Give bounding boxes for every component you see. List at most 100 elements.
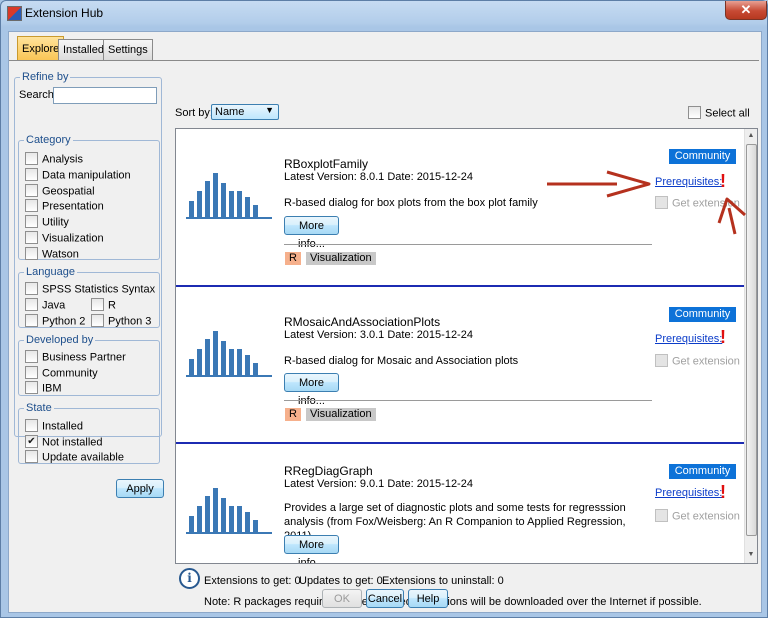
get-extension-checkbox[interactable]: Get extension [655,354,740,368]
extension-name: RRegDiagGraph [284,464,373,478]
get-extension-checkbox[interactable]: Get extension [655,509,740,523]
checkbox[interactable] [25,381,38,394]
extension-list: RBoxplotFamily Latest Version: 8.0.1 Dat… [175,128,758,564]
apply-button[interactable]: Apply [116,479,164,498]
checkbox[interactable] [25,152,38,165]
tab-installed[interactable]: Installed [58,39,109,60]
checkbox[interactable] [25,215,38,228]
checkbox[interactable] [25,282,38,295]
cancel-button[interactable]: Cancel [366,589,404,608]
checkbox[interactable] [25,247,38,260]
filter-label: Installed [42,420,83,433]
filter-not-installed[interactable]: ✔ Not installed [25,435,103,450]
checkbox[interactable] [25,419,38,432]
filter-watson[interactable]: Watson [25,247,79,262]
tag-r: R [285,408,301,421]
community-badge: Community [669,149,736,164]
filter-installed[interactable]: Installed [25,419,83,434]
filter-label: Python 3 [108,315,152,328]
filter-label: Java [42,299,66,312]
app-icon [7,6,22,21]
checkbox[interactable] [25,350,38,363]
community-badge: Community [669,464,736,479]
scroll-up-icon[interactable]: ▲ [746,131,756,141]
scroll-down-icon[interactable]: ▼ [746,550,756,560]
filter-update-available[interactable]: Update available [25,450,124,465]
filter-label: Presentation [42,200,104,213]
filter-data-manipulation[interactable]: Data manipulation [25,168,131,183]
checkbox[interactable] [25,298,38,311]
filter-r[interactable]: R [91,298,116,313]
checkbox[interactable] [655,354,668,367]
vertical-scrollbar[interactable]: ▲ ▼ [744,129,757,563]
prerequisites-link[interactable]: Prerequisites: [655,333,722,345]
filter-python-3[interactable]: Python 3 [91,314,152,329]
extension-card: RBoxplotFamily Latest Version: 8.0.1 Dat… [176,129,744,285]
filter-label: R [108,299,116,312]
prerequisites-link[interactable]: Prerequisites: [655,487,722,499]
checkbox[interactable] [655,509,668,522]
filter-label: Watson [42,248,79,261]
title-bar: Extension Hub ✕ [1,1,767,25]
checkbox[interactable] [25,450,38,463]
filter-spss-syntax[interactable]: SPSS Statistics Syntax [25,282,155,297]
filter-presentation[interactable]: Presentation [25,199,104,214]
tab-settings[interactable]: Settings [103,39,153,60]
extension-version: Latest Version: 9.0.1 Date: 2015-12-24 [284,478,473,490]
filter-visualization[interactable]: Visualization [25,231,104,246]
checkbox[interactable] [25,366,38,379]
help-button[interactable]: Help [408,589,448,608]
filter-label: Data manipulation [42,169,131,182]
extension-version: Latest Version: 8.0.1 Date: 2015-12-24 [284,171,473,183]
checkbox[interactable] [25,199,38,212]
checkbox[interactable] [91,314,104,327]
sort-select[interactable]: Name ▼ [211,104,279,120]
filter-geospatial[interactable]: Geospatial [25,184,95,199]
filter-label: IBM [42,382,62,395]
tab-strip: Explore Installed Settings [9,32,761,63]
extensions-to-get: Extensions to get: 0 [204,575,301,587]
filter-business-partner[interactable]: Business Partner [25,350,126,365]
filter-ibm[interactable]: IBM [25,381,62,396]
select-all[interactable]: Select all [688,106,750,121]
dialog-client: Explore Installed Settings Refine by Sea… [8,31,762,613]
filter-label: Business Partner [42,351,126,364]
more-info-button[interactable]: More info... [284,535,339,563]
filter-utility[interactable]: Utility [25,215,69,230]
checkbox[interactable] [688,106,701,119]
prerequisites-link[interactable]: Prerequisites: [655,176,722,188]
filter-python-2[interactable]: Python 2 [25,314,85,329]
window-title: Extension Hub [25,6,104,20]
checkbox[interactable] [655,196,668,209]
filter-label: Geospatial [42,185,95,198]
explore-panel: Refine by Search: Category Analysis Data… [9,60,759,611]
more-info-button[interactable]: More info... [284,216,339,250]
get-extension-checkbox[interactable]: Get extension [655,196,740,210]
checkbox[interactable] [25,168,38,181]
checkbox[interactable] [25,314,38,327]
filter-java[interactable]: Java [25,298,66,313]
sort-value: Name [215,106,245,118]
checkbox[interactable] [25,184,38,197]
info-icon: i [179,568,200,589]
warning-icon: ! [720,171,726,191]
search-input[interactable] [53,87,157,104]
ok-button[interactable]: OK [322,589,362,608]
download-note: Note: R packages required by the selecte… [204,596,702,608]
extension-hub-window: Extension Hub ✕ Explore Installed Settin… [0,0,768,618]
warning-icon: ! [720,327,726,347]
filter-community[interactable]: Community [25,366,98,381]
scrollbar-thumb[interactable] [746,144,757,536]
bar-chart-icon [186,331,272,377]
checkbox-checked[interactable]: ✔ [25,435,38,448]
extension-name: RBoxplotFamily [284,157,369,171]
checkbox[interactable] [25,231,38,244]
warning-icon: ! [720,482,726,502]
get-extension-label: Get extension [672,197,740,210]
checkbox[interactable] [91,298,104,311]
more-info-button[interactable]: More info... [284,373,339,407]
extension-card: RMosaicAndAssociationPlots Latest Versio… [176,287,744,443]
filter-analysis[interactable]: Analysis [25,152,83,167]
divider [284,244,652,245]
close-button[interactable]: ✕ [725,1,767,20]
